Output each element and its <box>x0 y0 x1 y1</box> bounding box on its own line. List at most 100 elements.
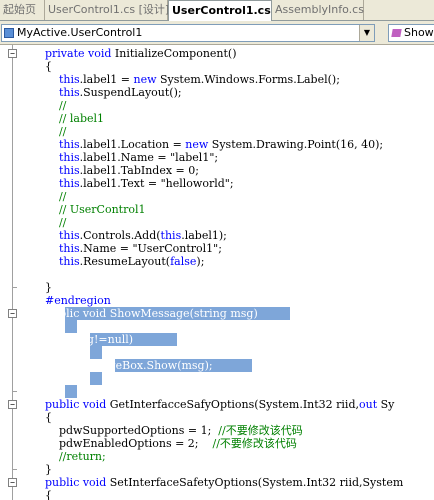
code-token: .label1); <box>181 229 227 242</box>
keyword-token: this <box>160 229 182 242</box>
selected-text: public void ShowMessage(string msg) <box>44 307 258 320</box>
tab-usercontrol1-designer[interactable]: UserControl1.cs [设计] <box>45 0 169 20</box>
code-line[interactable]: { <box>17 60 52 73</box>
tab-assemblyinfo[interactable]: AssemblyInfo.cs <box>272 0 364 20</box>
keyword-token: this <box>58 229 80 242</box>
code-line[interactable]: { <box>17 346 66 359</box>
chevron-down-icon[interactable]: ▼ <box>359 25 374 41</box>
selection-highlight <box>65 385 78 398</box>
code-line[interactable]: // <box>17 125 66 138</box>
code-line[interactable]: pdwEnabledOptions = 2; //不要修改该代码 <box>17 437 297 450</box>
keyword-token: out <box>359 398 378 411</box>
collapse-region-icon[interactable]: − <box>8 400 17 409</box>
collapse-region-icon[interactable]: − <box>8 49 17 58</box>
code-line[interactable]: this.ResumeLayout(false); <box>17 255 204 268</box>
comment-token: // <box>58 125 67 138</box>
collapse-region-icon[interactable]: − <box>8 478 17 487</box>
code-line[interactable]: //return; <box>17 450 106 463</box>
code-token: SetInterfaceSafetyOptions(System.Int32 r… <box>106 476 404 489</box>
indicator-margin[interactable] <box>0 45 9 500</box>
tab-usercontrol1-code[interactable]: UserControl1.cs <box>168 0 272 21</box>
keyword-token: this <box>58 242 80 255</box>
code-token: .ResumeLayout( <box>79 255 171 268</box>
code-line[interactable]: if(msg!=null) <box>17 333 133 346</box>
code-line[interactable]: { <box>17 489 52 500</box>
keyword-token: false <box>170 255 197 268</box>
code-line[interactable]: // <box>17 190 66 203</box>
code-line[interactable]: pdwSupportedOptions = 1; //不要修改该代码 <box>17 424 303 437</box>
selection-highlight <box>90 372 103 385</box>
type-selector-dropdown[interactable]: MyActive.UserControl1 ▼ <box>1 24 375 42</box>
keyword-token: new <box>185 138 209 151</box>
selected-text: { <box>58 346 66 359</box>
code-token: GetInterfacceSafyOptions(System.Int32 ri… <box>106 398 359 411</box>
code-line[interactable]: } <box>17 463 52 476</box>
code-token: Sy <box>377 398 395 411</box>
keyword-token: this <box>58 151 80 164</box>
comment-token: // <box>58 190 67 203</box>
code-line[interactable]: private void InitializeComponent() <box>17 47 237 60</box>
tab-start-page[interactable]: 起始页 <box>0 0 45 20</box>
code-line[interactable]: MessageBox.Show(msg); <box>17 359 213 372</box>
code-token: } <box>17 463 52 476</box>
code-line[interactable]: this.label1 = new System.Windows.Forms.L… <box>17 73 340 86</box>
code-line[interactable]: this.label1.Name = "label1"; <box>17 151 218 164</box>
code-token: System.Drawing.Point(16, 40); <box>208 138 384 151</box>
code-line[interactable]: this.Controls.Add(this.label1); <box>17 229 227 242</box>
keyword-token: public void <box>44 398 107 411</box>
code-line[interactable]: // UserControl1 <box>17 203 146 216</box>
code-line[interactable]: this.Name = "UserControl1"; <box>17 242 222 255</box>
code-line[interactable]: { <box>17 320 52 333</box>
region-end-marker <box>12 469 17 470</box>
keyword-token: this <box>58 177 80 190</box>
document-tab-strip: 起始页 UserControl1.cs [设计] UserControl1.cs… <box>0 0 434 21</box>
code-token: pdwEnabledOptions = 2; <box>17 437 213 450</box>
code-token: } <box>17 281 52 294</box>
code-line[interactable]: this.SuspendLayout(); <box>17 86 182 99</box>
selected-text: } <box>58 372 66 385</box>
code-line[interactable]: // <box>17 216 66 229</box>
comment-token: //不要修改该代码 <box>218 424 303 437</box>
code-line[interactable]: // <box>17 99 66 112</box>
code-line[interactable]: this.label1.Text = "helloworld"; <box>17 177 234 190</box>
code-token: .label1.TabIndex = 0; <box>79 164 199 177</box>
code-line[interactable]: public void GetInterfacceSafyOptions(Sys… <box>17 398 394 411</box>
code-line[interactable]: } <box>17 385 52 398</box>
code-line[interactable]: public void ShowMessage(string msg) <box>17 307 258 320</box>
code-line[interactable]: { <box>17 411 52 424</box>
code-token: .label1.Text = "helloworld"; <box>79 177 234 190</box>
code-line[interactable]: } <box>17 372 66 385</box>
code-token: { <box>17 411 52 424</box>
code-token: .label1.Location = <box>79 138 186 151</box>
keyword-token: this <box>58 138 80 151</box>
code-line[interactable]: } <box>17 281 52 294</box>
code-line[interactable]: this.label1.Location = new System.Drawin… <box>17 138 383 151</box>
keyword-token: this <box>58 86 80 99</box>
code-line[interactable]: this.label1.TabIndex = 0; <box>17 164 199 177</box>
comment-token: // label1 <box>58 112 105 125</box>
code-token: ); <box>196 255 205 268</box>
collapse-region-icon[interactable]: − <box>8 309 17 318</box>
code-line[interactable]: #endregion <box>17 294 111 307</box>
member-selector-dropdown[interactable]: Show <box>388 24 434 42</box>
code-line[interactable]: // label1 <box>17 112 104 125</box>
keyword-token: #endregion <box>44 294 111 307</box>
type-selector-value: MyActive.UserControl1 <box>17 26 143 39</box>
code-line[interactable]: public void SetInterfaceSafetyOptions(Sy… <box>17 476 403 489</box>
code-editor[interactable]: private void InitializeComponent() { thi… <box>0 45 434 500</box>
